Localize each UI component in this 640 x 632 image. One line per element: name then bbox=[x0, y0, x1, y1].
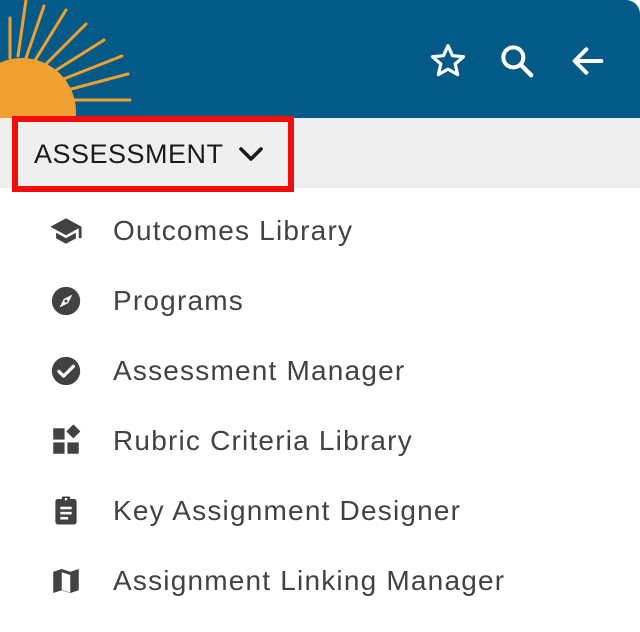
menu-item-label: Assignment Linking Manager bbox=[113, 565, 506, 596]
favorite-button[interactable] bbox=[425, 38, 471, 84]
chevron-down-icon bbox=[238, 147, 263, 161]
widgets-icon bbox=[53, 424, 81, 454]
section-title: ASSESSMENT bbox=[34, 138, 224, 169]
menu-item-label: Programs bbox=[113, 285, 244, 316]
section-dropdown-toggle[interactable]: ASSESSMENT bbox=[12, 116, 294, 192]
menu-item-label: Outcomes Library bbox=[113, 215, 354, 246]
graduation-cap-icon bbox=[50, 218, 82, 244]
arrow-left-icon bbox=[572, 47, 604, 75]
back-button[interactable] bbox=[565, 38, 611, 84]
menu-item-key-assignment-designer[interactable]: Key Assignment Designer bbox=[0, 476, 640, 546]
menu-item-rubric-criteria-library[interactable]: Rubric Criteria Library bbox=[0, 406, 640, 476]
menu-item-label: Key Assignment Designer bbox=[113, 495, 462, 526]
menu-item-label: Assessment Manager bbox=[113, 355, 406, 386]
sun-logo-icon bbox=[0, 0, 132, 118]
search-button[interactable] bbox=[494, 38, 540, 84]
menu-item-assignment-linking-manager[interactable]: Assignment Linking Manager bbox=[0, 546, 640, 616]
map-icon bbox=[53, 568, 79, 594]
menu-item-assessment-manager[interactable]: Assessment Manager bbox=[0, 336, 640, 406]
star-outline-icon bbox=[430, 44, 466, 77]
menu-item-label: Rubric Criteria Library bbox=[113, 425, 413, 456]
assessment-menu: Outcomes Library Programs Assessment Man… bbox=[0, 196, 640, 616]
compass-icon bbox=[51, 286, 81, 316]
menu-item-programs[interactable]: Programs bbox=[0, 266, 640, 336]
app-header bbox=[0, 0, 640, 118]
check-circle-icon bbox=[51, 356, 81, 386]
search-icon bbox=[501, 45, 534, 78]
clipboard-icon bbox=[55, 496, 77, 525]
menu-item-outcomes-library[interactable]: Outcomes Library bbox=[0, 196, 640, 266]
